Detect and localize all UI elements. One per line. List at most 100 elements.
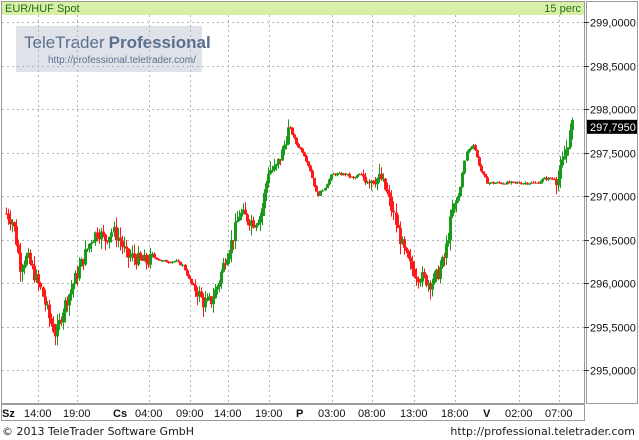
candle-body [181, 264, 184, 266]
candle-body [463, 160, 466, 174]
candle-body [200, 291, 203, 298]
candle-body [301, 148, 304, 153]
candle-body [29, 252, 32, 264]
title-strip [2, 2, 584, 15]
candle-body [121, 241, 124, 247]
candle-body [466, 151, 469, 161]
y-axis: 299,0000 298,5000 298,0000 297,5000 297,0000… [584, 18, 636, 378]
y-tick-label: 299,0000 [590, 18, 636, 30]
candle-body [309, 165, 312, 171]
candle-body [307, 161, 310, 166]
candle-body [236, 220, 239, 223]
candle-body [484, 173, 487, 178]
candle-body [186, 270, 189, 276]
candle-body [246, 214, 249, 222]
last-price-label: 297,7950 [590, 122, 636, 134]
candle-body [119, 237, 122, 242]
candle-body [88, 243, 91, 249]
candle-body [459, 186, 462, 197]
candle-body [431, 283, 434, 290]
candle-body [486, 177, 489, 184]
copyright-text: © 2013 TeleTrader Software GmbH [2, 425, 195, 438]
candle-body [362, 174, 365, 177]
x-day-label: Cs [113, 408, 127, 420]
candle-body [433, 273, 436, 284]
candle-body [305, 156, 308, 162]
candle-body [56, 324, 59, 337]
candle-body [281, 149, 284, 161]
candle-body [372, 180, 375, 184]
candle-body [206, 298, 209, 301]
candle-body [563, 156, 566, 160]
footer-url-link[interactable]: http://professional.teletrader.com [450, 423, 635, 440]
candle-body [92, 241, 95, 243]
candle-body [133, 253, 136, 258]
candle-body [13, 222, 16, 227]
candle-body [218, 282, 221, 287]
candle-body [565, 149, 568, 157]
candle-body [265, 183, 268, 193]
watermark-brand-bold: Professional [109, 33, 211, 52]
candle-body [226, 259, 229, 265]
candle-body [212, 298, 215, 305]
watermark-url: http://professional.teletrader.com/ [48, 55, 196, 66]
candle-body [303, 152, 306, 157]
candle-body [255, 224, 258, 228]
candle-body [439, 266, 442, 279]
candle-body [52, 323, 55, 332]
candle-body [238, 216, 241, 221]
y-tick-label: 298,5000 [590, 62, 636, 74]
candle-body [411, 261, 414, 270]
x-tick-label: 18:00 [441, 408, 469, 420]
watermark: TeleTrader Professional http://profession… [16, 26, 211, 72]
watermark-brand-plain: TeleTrader [24, 33, 105, 52]
candle-body [108, 236, 111, 243]
candle-body [21, 268, 24, 272]
candle-body [261, 208, 264, 216]
candle-body [364, 176, 367, 183]
candle-body [539, 181, 542, 184]
candle-body [478, 157, 481, 166]
candle-body [84, 249, 87, 265]
y-tick-label: 295,0000 [590, 366, 636, 378]
candle-body [48, 304, 51, 319]
candle-body [263, 192, 266, 209]
candle-body [474, 145, 477, 151]
candle-body [445, 243, 448, 258]
x-tick-label: 09:00 [176, 408, 204, 420]
candle-body [390, 197, 393, 211]
candle-body [273, 166, 276, 170]
x-tick-label: 19:00 [63, 408, 91, 420]
y-tick-label: 297,0000 [590, 192, 636, 204]
candle-body [328, 179, 331, 185]
candle-body [549, 177, 552, 179]
candle-body [291, 127, 294, 135]
x-day-label: V [483, 408, 491, 420]
candle-body [321, 190, 324, 192]
candle-body [267, 173, 270, 184]
candle-body [72, 284, 75, 290]
candle-body [409, 257, 412, 262]
candle-body [216, 286, 219, 290]
candle-body [297, 144, 300, 148]
candle-body [190, 278, 193, 284]
candle-body [204, 300, 207, 308]
candle-body [295, 137, 298, 145]
candle-body [194, 285, 197, 292]
candle-body [153, 253, 156, 258]
last-price-marker: 297,7950 [587, 119, 637, 134]
candle-body [31, 263, 34, 266]
candle-body [129, 256, 132, 258]
candle-body [397, 224, 400, 229]
candle-body [413, 269, 416, 277]
candle-body [405, 247, 408, 251]
x-tick-label: 14:00 [214, 408, 242, 420]
candle-body [571, 119, 574, 131]
x-day-label: Sz [2, 408, 15, 420]
candle-body [518, 182, 521, 184]
candle-body [44, 296, 47, 305]
candle-body [354, 177, 357, 179]
candle-body [388, 192, 391, 198]
candle-body [324, 188, 327, 191]
candle-body [395, 212, 398, 225]
